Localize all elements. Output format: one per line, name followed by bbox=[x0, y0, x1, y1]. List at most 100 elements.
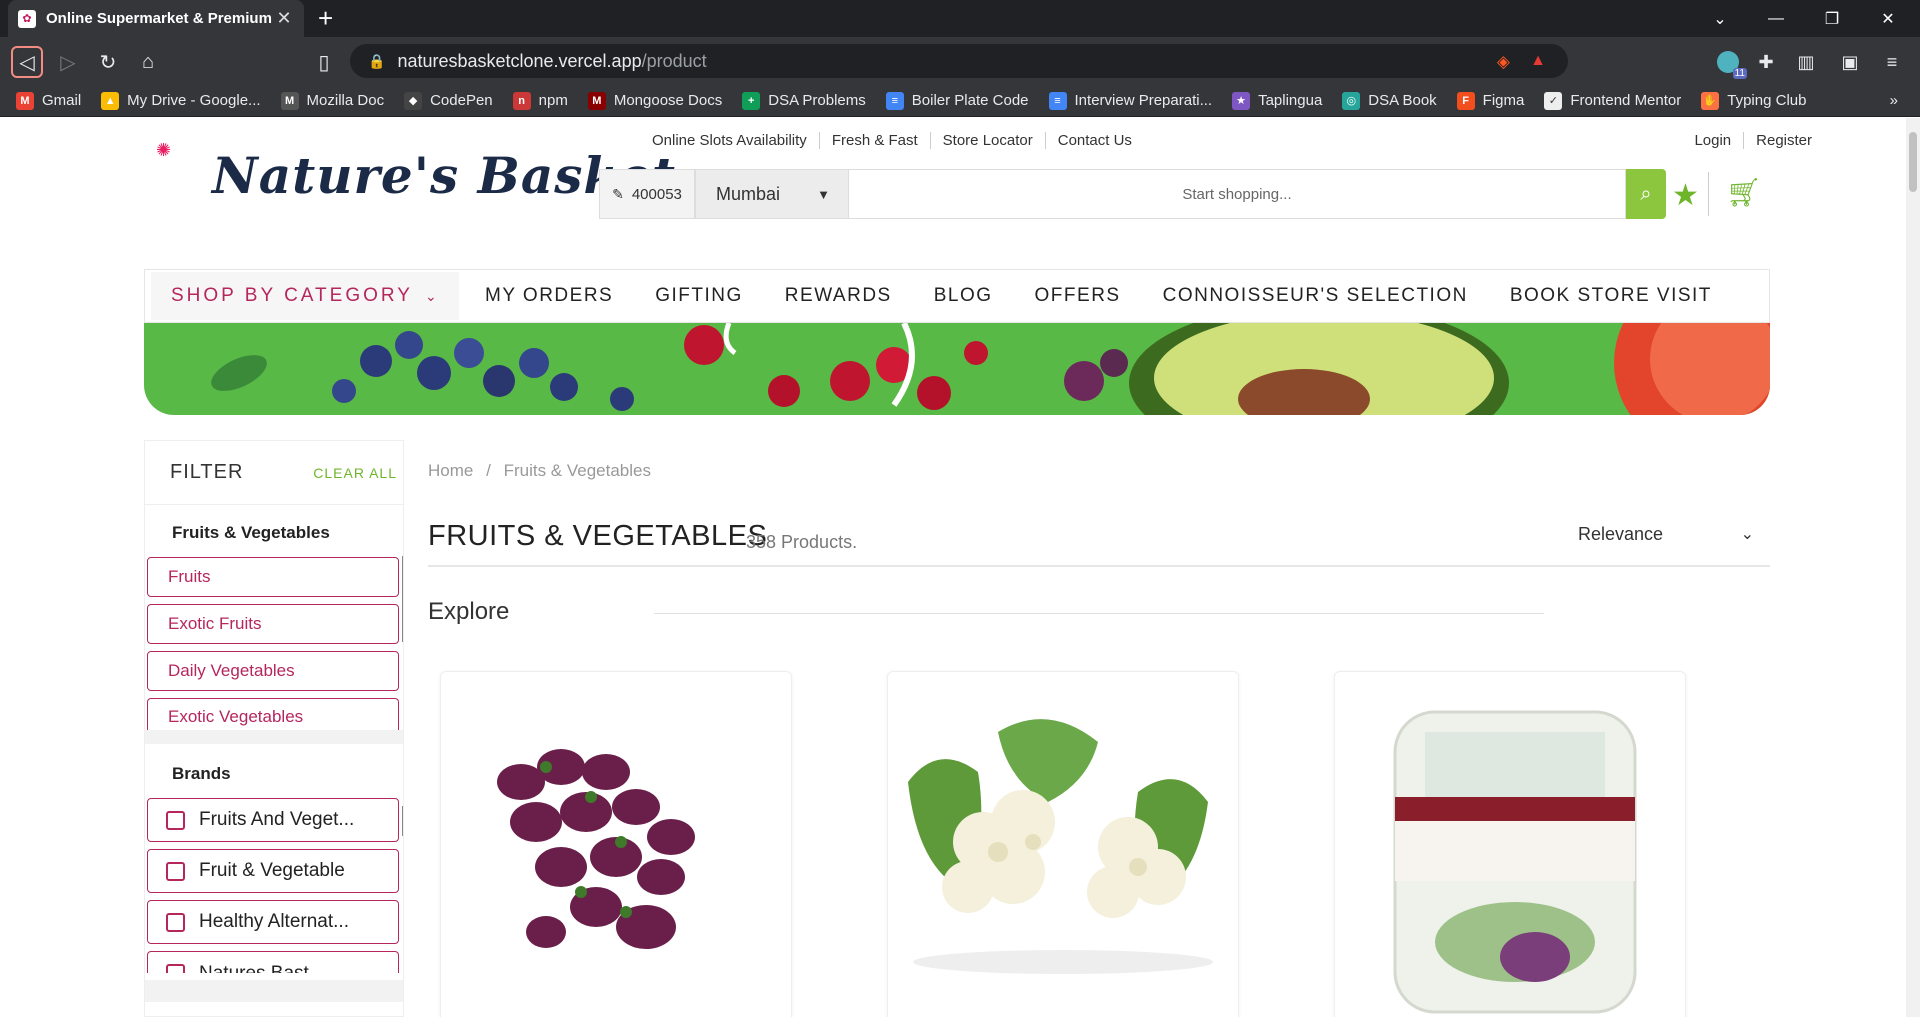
nav-blog[interactable]: BLOG bbox=[934, 285, 993, 307]
brand-checkbox-natures-bast[interactable]: Natures Bast bbox=[147, 951, 399, 973]
search-input[interactable]: Start shopping... bbox=[849, 169, 1626, 219]
brand-label: Fruit & Vegetable bbox=[199, 860, 345, 881]
forward-icon[interactable]: ▷ bbox=[52, 46, 84, 78]
product-card[interactable] bbox=[887, 671, 1239, 1017]
register-link[interactable]: Register bbox=[1744, 132, 1824, 149]
tab-bar: ✿ Online Supermarket & Premium G ✕ + ⌄ —… bbox=[0, 0, 1920, 37]
nav-offers[interactable]: OFFERS bbox=[1035, 285, 1121, 307]
category-scrollbar[interactable] bbox=[402, 556, 403, 642]
bookmark-item[interactable]: ◎ DSA Book bbox=[1342, 91, 1437, 110]
bookmark-item[interactable]: ≡ Interview Preparati... bbox=[1048, 91, 1212, 110]
breadcrumb-home[interactable]: Home bbox=[428, 461, 473, 480]
sidebar-icon[interactable]: ▥ bbox=[1792, 49, 1820, 75]
extension-profile-icon[interactable]: 11 bbox=[1714, 49, 1747, 79]
pencil-icon: ✎ bbox=[612, 185, 624, 202]
restore-icon[interactable]: ❐ bbox=[1804, 0, 1860, 37]
filter-header: FILTER CLEAR ALL bbox=[145, 441, 403, 505]
brand-checkbox-fruits-and-veget[interactable]: Fruits And Veget... bbox=[147, 798, 399, 842]
browser-window: ✿ Online Supermarket & Premium G ✕ + ⌄ —… bbox=[0, 0, 1920, 1017]
filter-chip-exotic-vegetables[interactable]: Exotic Vegetables bbox=[147, 698, 399, 730]
bookmark-item[interactable]: F Figma bbox=[1456, 91, 1524, 110]
bookmark-item[interactable]: ✓ Frontend Mentor bbox=[1544, 91, 1681, 110]
new-tab-icon[interactable]: + bbox=[318, 3, 333, 34]
bookmark-icon[interactable]: ▯ bbox=[308, 46, 340, 78]
bookmark-item[interactable]: ◆ CodePen bbox=[404, 91, 493, 110]
link-store-locator[interactable]: Store Locator bbox=[931, 132, 1046, 149]
brand-scrollbar[interactable] bbox=[402, 806, 403, 836]
bookmark-item[interactable]: M Gmail bbox=[16, 91, 81, 110]
close-tab-icon[interactable]: ✕ bbox=[274, 8, 294, 29]
filter-chip-exotic-fruits[interactable]: Exotic Fruits bbox=[147, 604, 399, 644]
breadcrumb-separator: / bbox=[486, 461, 491, 480]
bookmark-item[interactable]: ≡ Boiler Plate Code bbox=[885, 91, 1029, 110]
pincode-button[interactable]: ✎ 400053 bbox=[599, 169, 695, 219]
bookmark-favicon-icon: F bbox=[1456, 91, 1475, 110]
nav-connoisseurs-selection[interactable]: CONNOISSEUR'S SELECTION bbox=[1163, 285, 1468, 307]
extensions-puzzle-icon[interactable]: ✚ bbox=[1752, 49, 1780, 75]
cart-icon[interactable]: 🛒︎ bbox=[1726, 176, 1762, 209]
bookmark-favicon-icon: M bbox=[280, 91, 299, 110]
shop-by-category-label: SHOP BY CATEGORY bbox=[171, 285, 413, 306]
nav-my-orders[interactable]: MY ORDERS bbox=[485, 285, 613, 307]
divider bbox=[654, 613, 1544, 614]
product-count: 358 Products. bbox=[746, 532, 858, 552]
bookmark-item[interactable]: ★ Taplingua bbox=[1232, 91, 1322, 110]
tab-search-icon[interactable]: ⌄ bbox=[1692, 0, 1748, 37]
nav-gifting[interactable]: GIFTING bbox=[655, 285, 743, 307]
bookmark-item[interactable]: M Mozilla Doc bbox=[280, 91, 385, 110]
bookmark-item[interactable]: ✋ Typing Club bbox=[1701, 91, 1806, 110]
bookmark-favicon-icon: ▲ bbox=[101, 91, 120, 110]
wallet-icon[interactable]: ▣ bbox=[1836, 49, 1864, 75]
bookmark-item[interactable]: + DSA Problems bbox=[742, 91, 866, 110]
bookmark-favicon-icon: ≡ bbox=[885, 91, 904, 110]
bookmark-label: DSA Book bbox=[1368, 92, 1437, 109]
shop-by-category-button[interactable]: SHOP BY CATEGORY ⌄ bbox=[151, 272, 459, 320]
menu-icon[interactable]: ≡ bbox=[1878, 49, 1906, 75]
filter-chip-fruits[interactable]: Fruits bbox=[147, 557, 399, 597]
brand-label: Healthy Alternat... bbox=[199, 911, 349, 932]
bookmark-favicon-icon: ◎ bbox=[1342, 91, 1361, 110]
bookmark-item[interactable]: M Mongoose Docs bbox=[587, 91, 722, 110]
home-icon[interactable]: ⌂ bbox=[132, 46, 164, 78]
link-fresh-fast[interactable]: Fresh & Fast bbox=[820, 132, 931, 149]
reload-icon[interactable]: ↻ bbox=[92, 46, 124, 78]
login-link[interactable]: Login bbox=[1682, 132, 1745, 149]
site-logo[interactable]: ✺ Nature's Basket bbox=[152, 140, 675, 210]
sort-select[interactable]: Relevance ⌄ bbox=[1578, 524, 1754, 545]
product-image-cauliflower bbox=[908, 719, 1213, 974]
link-online-slots[interactable]: Online Slots Availability bbox=[640, 132, 820, 149]
page-scrollbar[interactable] bbox=[1906, 118, 1920, 1017]
link-contact-us[interactable]: Contact Us bbox=[1046, 132, 1144, 149]
city-select[interactable]: Mumbai ▼ bbox=[695, 169, 849, 219]
web-page: ✺ Nature's Basket Online Slots Availabil… bbox=[0, 118, 1920, 1017]
search-placeholder: Start shopping... bbox=[1182, 185, 1292, 203]
nav-book-store-visit[interactable]: BOOK STORE VISIT bbox=[1510, 285, 1712, 307]
minimize-icon[interactable]: — bbox=[1748, 0, 1804, 37]
address-bar[interactable]: 🔒 naturesbasketclone.vercel.app/product … bbox=[350, 44, 1568, 78]
brand-checkbox-healthy-alternat[interactable]: Healthy Alternat... bbox=[147, 900, 399, 944]
bookmark-label: Mozilla Doc bbox=[306, 92, 385, 109]
close-window-icon[interactable]: ✕ bbox=[1860, 0, 1916, 37]
clear-all-button[interactable]: CLEAR ALL bbox=[313, 465, 397, 481]
wishlist-star-icon[interactable]: ★ bbox=[1672, 178, 1699, 213]
browser-tab[interactable]: ✿ Online Supermarket & Premium G ✕ bbox=[8, 0, 304, 37]
more-bookmarks-icon[interactable]: » bbox=[1890, 92, 1898, 109]
brave-shield-icon[interactable]: ◈ bbox=[1497, 52, 1510, 72]
filter-chip-daily-vegetables[interactable]: Daily Vegetables bbox=[147, 651, 399, 691]
tab-title: Online Supermarket & Premium G bbox=[46, 10, 274, 27]
brand-checkbox-fruit-vegetable[interactable]: Fruit & Vegetable bbox=[147, 849, 399, 893]
product-card[interactable] bbox=[440, 671, 792, 1017]
filter-title: FILTER bbox=[170, 461, 244, 483]
explore-heading: Explore bbox=[428, 598, 510, 625]
bookmark-item[interactable]: ▲ My Drive - Google... bbox=[101, 91, 261, 110]
back-icon[interactable]: ◁ bbox=[11, 46, 43, 78]
brand-filter-section: Brands Fruits And Veget... Fruit & Veget… bbox=[145, 744, 403, 973]
bookmark-item[interactable]: n npm bbox=[512, 91, 568, 110]
brave-rewards-icon[interactable]: ▲ bbox=[1530, 52, 1546, 70]
scrollbar-thumb[interactable] bbox=[1909, 132, 1917, 192]
checkbox-icon bbox=[166, 964, 185, 973]
brand-label: Natures Bast bbox=[199, 963, 309, 973]
search-button[interactable]: ⌕ bbox=[1626, 169, 1666, 219]
nav-rewards[interactable]: REWARDS bbox=[785, 285, 892, 307]
product-card[interactable] bbox=[1334, 671, 1686, 1017]
